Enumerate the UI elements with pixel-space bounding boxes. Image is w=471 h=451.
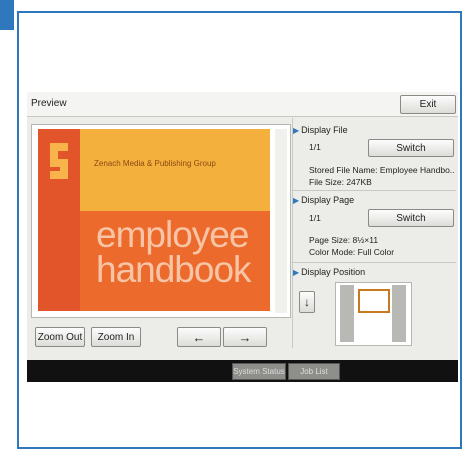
- corner-tab: [0, 0, 14, 30]
- job-list-button[interactable]: Job List: [288, 363, 340, 380]
- triangle-right-icon: ▶: [293, 268, 300, 277]
- display-page-switch-button[interactable]: Switch: [368, 209, 454, 227]
- section-divider: [293, 262, 456, 263]
- publisher-logo-icon: [50, 143, 68, 179]
- position-map-viewport[interactable]: [358, 289, 390, 313]
- status-bar: System Status Job List: [27, 360, 458, 382]
- file-size: File Size: 247KB: [309, 177, 372, 187]
- display-position-heading: ▶ Display Position: [293, 267, 366, 277]
- window-title: Preview: [31, 98, 67, 109]
- document-title: employee handbook: [96, 214, 252, 290]
- exit-button[interactable]: Exit: [400, 95, 456, 114]
- document-preview: Zenach Media & Publishing Group employee…: [38, 129, 270, 311]
- zoom-out-button[interactable]: Zoom Out: [35, 327, 85, 347]
- preview-scrollbar[interactable]: [275, 129, 287, 313]
- triangle-right-icon: ▶: [293, 196, 300, 205]
- document-title-line2: handbook: [96, 249, 252, 290]
- display-file-count: 1/1: [309, 142, 321, 152]
- display-page-heading: ▶ Display Page: [293, 195, 355, 205]
- color-mode: Color Mode: Full Color: [309, 247, 395, 257]
- previous-page-button[interactable]: ←: [177, 327, 221, 347]
- triangle-right-icon: ▶: [293, 126, 300, 135]
- display-file-heading: ▶ Display File: [293, 125, 348, 135]
- system-status-button[interactable]: System Status: [232, 363, 286, 380]
- display-page-count: 1/1: [309, 213, 321, 223]
- next-page-button[interactable]: →: [223, 327, 267, 347]
- publisher-name: Zenach Media & Publishing Group: [94, 159, 216, 168]
- preview-screen: Preview Exit Zenach Media & Publishing G…: [27, 92, 458, 382]
- stored-file-name: Stored File Name: Employee Handbo..: [309, 165, 455, 175]
- title-bar: Preview Exit: [27, 92, 458, 117]
- display-position-map[interactable]: [335, 282, 412, 346]
- display-file-switch-button[interactable]: Switch: [368, 139, 454, 157]
- document-title-line1: employee: [96, 214, 249, 255]
- section-divider: [293, 190, 456, 191]
- scroll-down-icon[interactable]: ↓: [299, 291, 315, 313]
- side-divider: [292, 118, 293, 348]
- page-size: Page Size: 8½×11: [309, 235, 379, 245]
- zoom-in-button[interactable]: Zoom In: [91, 327, 141, 347]
- preview-pane: Zenach Media & Publishing Group employee…: [31, 124, 291, 318]
